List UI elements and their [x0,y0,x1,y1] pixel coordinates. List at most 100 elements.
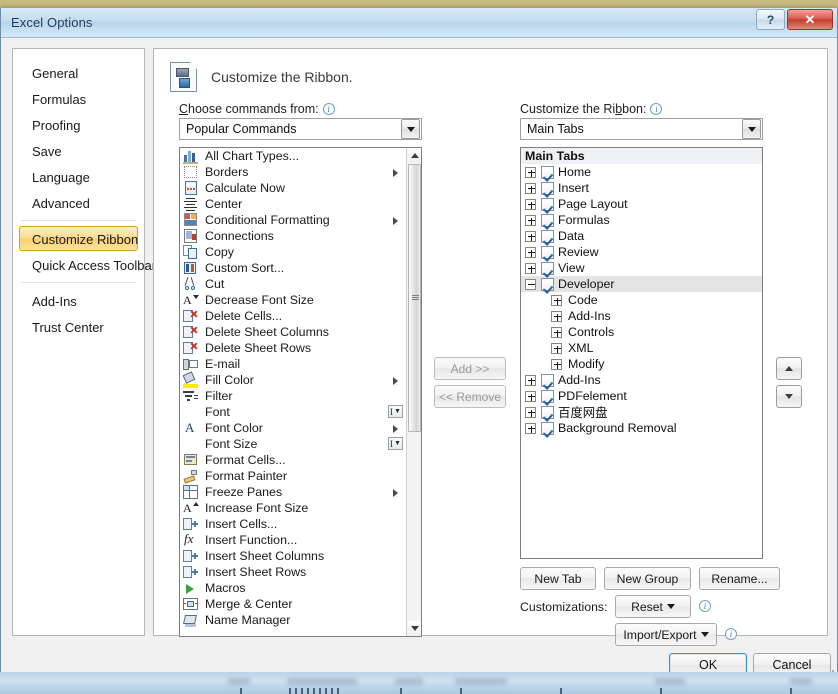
rename-button[interactable]: Rename... [699,567,780,590]
choose-commands-combo[interactable]: Popular Commands [179,118,422,140]
tree-item[interactable]: XML [521,340,762,356]
customize-ribbon-combo[interactable]: Main Tabs [520,118,763,140]
command-list-item[interactable]: All Chart Types... [180,148,406,164]
command-list-item[interactable]: Copy [180,244,406,260]
sidebar-item-general[interactable]: General [19,60,138,85]
tree-item-checkbox[interactable] [541,165,554,179]
help-button[interactable]: ? [756,9,785,30]
expand-icon[interactable] [525,230,536,242]
tree-item[interactable]: Formulas [521,212,762,228]
commands-listbox[interactable]: All Chart Types... Borders Calculate Now Ce… [179,147,422,637]
commands-scrollbar[interactable] [406,148,421,636]
new-tab-button[interactable]: New Tab [520,567,596,590]
tree-item-checkbox[interactable] [541,261,554,275]
tree-item-checkbox[interactable] [541,213,554,227]
command-list-item[interactable]: Fill Color [180,370,406,388]
command-list-item[interactable]: Font Size I ▼ [180,436,406,452]
add-button[interactable]: Add >> [434,357,506,380]
tree-item[interactable]: Review [521,244,762,260]
command-list-item[interactable]: Insert Cells... [180,516,406,532]
tree-item-checkbox[interactable] [541,421,554,435]
scroll-up-button[interactable] [407,148,421,163]
command-list-item[interactable]: E-mail [180,356,406,372]
import-export-button[interactable]: Import/Export [615,623,717,646]
expand-icon[interactable] [525,182,536,194]
info-icon[interactable]: i [725,628,737,640]
tree-item[interactable]: Code [521,292,762,308]
tree-item[interactable]: Modify [521,356,762,372]
scroll-down-button[interactable] [407,621,421,636]
command-list-item[interactable]: Name Manager [180,612,406,628]
sidebar-item-advanced[interactable]: Advanced [19,190,138,215]
expand-icon[interactable] [551,358,562,370]
expand-icon[interactable] [551,326,562,338]
new-group-button[interactable]: New Group [604,567,691,590]
command-list-item[interactable]: A Decrease Font Size [180,292,406,308]
tree-item-checkbox[interactable] [541,245,554,259]
expand-icon[interactable] [525,406,536,418]
tree-item[interactable]: Add-Ins [521,372,762,388]
tree-item[interactable]: Controls [521,324,762,340]
expand-icon[interactable] [525,246,536,258]
command-list-item[interactable]: Delete Sheet Columns [180,324,406,340]
command-list-item[interactable]: Center [180,196,406,212]
close-button[interactable]: ✕ [787,9,833,30]
command-list-item[interactable]: Conditional Formatting [180,212,406,228]
expand-icon[interactable] [551,310,562,322]
command-list-item[interactable]: Cut [180,276,406,292]
expand-icon[interactable] [525,166,536,178]
command-list-item[interactable]: A Font Color [180,420,406,436]
tree-item[interactable]: Home [521,164,762,180]
info-icon[interactable]: i [322,103,335,115]
command-list-item[interactable]: Connections [180,228,406,244]
command-list-item[interactable]: A Increase Font Size [180,500,406,516]
expand-icon[interactable] [525,198,536,210]
sidebar-item-save[interactable]: Save [19,138,138,163]
command-list-item[interactable]: Insert Sheet Rows [180,564,406,580]
command-list-item[interactable]: Borders [180,164,406,180]
tree-item[interactable]: Insert [521,180,762,196]
tree-item-checkbox[interactable] [541,373,554,387]
collapse-icon[interactable] [525,278,536,290]
sidebar-item-trust-center[interactable]: Trust Center [19,314,138,339]
dropdown-gallery-icon[interactable]: I ▼ [388,437,403,450]
command-list-item[interactable]: Format Cells... [180,452,406,468]
commands-list[interactable]: All Chart Types... Borders Calculate Now Ce… [180,148,406,636]
expand-icon[interactable] [551,294,562,306]
command-list-item[interactable]: Custom Sort... [180,260,406,276]
tree-item-checkbox[interactable] [541,277,554,291]
tree-item-checkbox[interactable] [541,389,554,403]
ribbon-tree[interactable]: Main Tabs Home Insert Page Layout Formulas Da… [521,148,762,558]
tree-item[interactable]: View [521,260,762,276]
expand-icon[interactable] [551,342,562,354]
ribbon-tree-listbox[interactable]: Main Tabs Home Insert Page Layout Formulas Da… [520,147,763,559]
expand-icon[interactable] [525,374,536,386]
chevron-down-icon[interactable] [742,119,761,139]
sidebar-item-language[interactable]: Language [19,164,138,189]
command-list-item[interactable]: Delete Sheet Rows [180,340,406,356]
sidebar-item-add-ins[interactable]: Add-Ins [19,288,138,313]
tree-item[interactable]: Page Layout [521,196,762,212]
command-list-item[interactable]: Font I ▼ [180,404,406,420]
scrollbar-thumb[interactable] [408,164,421,432]
command-list-item[interactable]: Calculate Now [180,180,406,196]
reset-button[interactable]: Reset [615,595,691,618]
tree-item[interactable]: Add-Ins [521,308,762,324]
info-icon[interactable]: i [650,103,663,115]
remove-button[interactable]: << Remove [434,385,506,408]
tree-item-checkbox[interactable] [541,229,554,243]
command-list-item[interactable]: Merge & Center [180,596,406,612]
tree-item-checkbox[interactable] [541,405,554,419]
tree-item[interactable]: PDFelement [521,388,762,404]
command-list-item[interactable]: Filter [180,388,406,404]
sidebar-item-customize-ribbon[interactable]: Customize Ribbon [19,226,138,251]
chevron-down-icon[interactable] [401,119,420,139]
move-up-button[interactable] [776,357,802,380]
command-list-item[interactable]: Delete Cells... [180,308,406,324]
command-list-item[interactable]: Freeze Panes [180,484,406,500]
command-list-item[interactable]: Macros [180,580,406,596]
tree-item[interactable]: 百度网盘 [521,404,762,420]
tree-item[interactable]: Data [521,228,762,244]
dropdown-gallery-icon[interactable]: I ▼ [388,405,403,418]
sidebar-item-proofing[interactable]: Proofing [19,112,138,137]
